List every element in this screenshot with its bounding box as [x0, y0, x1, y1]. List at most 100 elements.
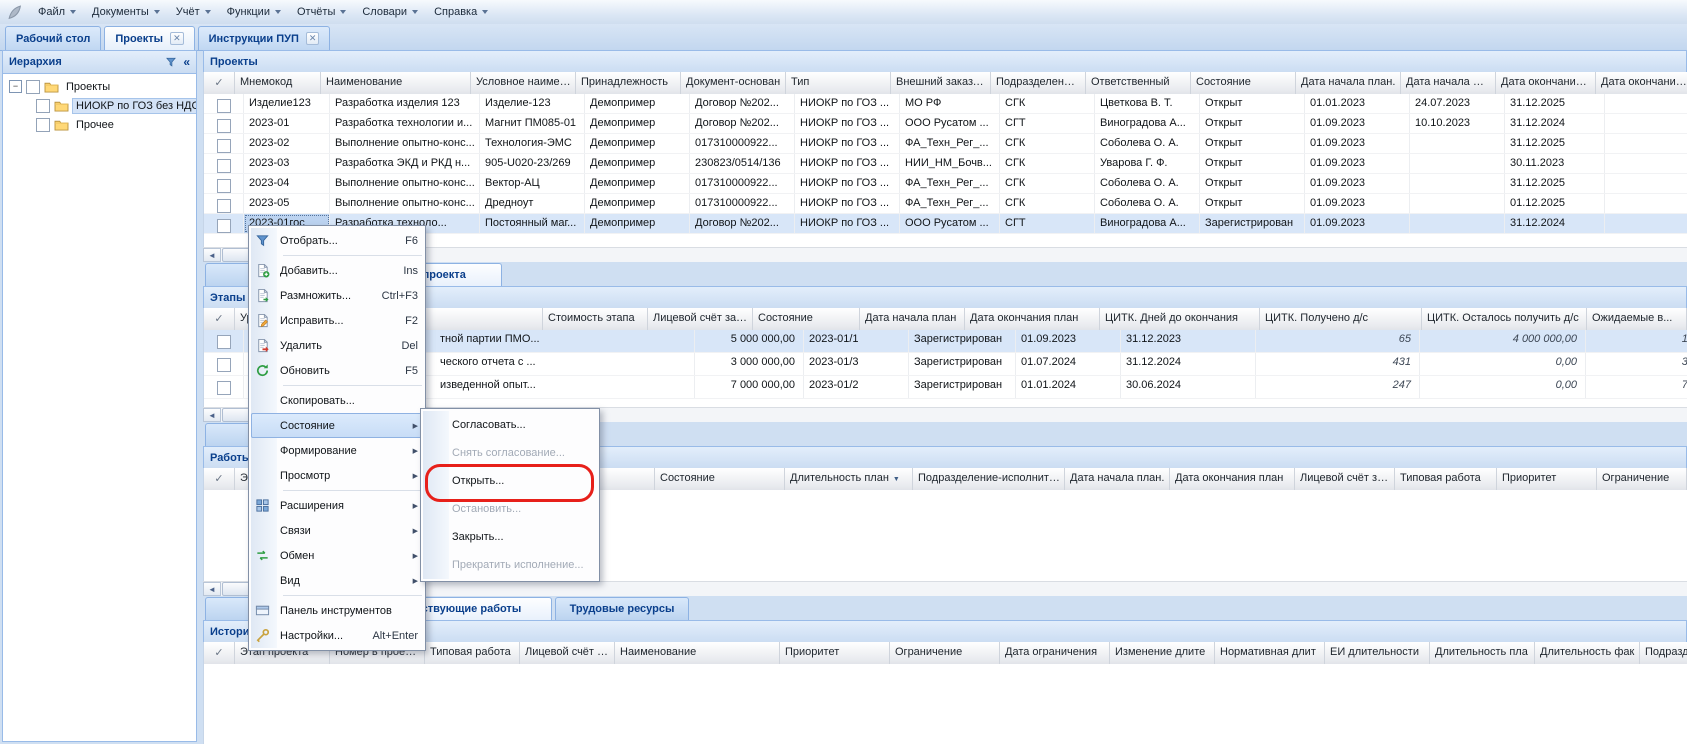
context-menu-item-0[interactable]: Отобрать...F6 [251, 228, 423, 253]
context-menu-item-9[interactable]: Состояние▶ [251, 413, 423, 438]
projects-row-3[interactable]: 2023-03Разработка ЭКД и РКД н...905-U020… [204, 154, 1687, 174]
context-menu-item-11[interactable]: Просмотр▶ [251, 463, 423, 488]
projects-row-0[interactable]: Изделие123Разработка изделия 123Изделие-… [204, 94, 1687, 114]
stages-column-5[interactable]: Состояние [753, 308, 860, 330]
projects-row-1[interactable]: 2023-01Разработка технологии и...Магнит … [204, 114, 1687, 134]
linked-works-column-8[interactable]: Дата ограничения [1000, 642, 1110, 664]
tree-checkbox[interactable] [36, 118, 50, 132]
row-checkbox[interactable] [217, 179, 231, 193]
works-column-7[interactable]: Дата окончания план [1170, 468, 1295, 490]
row-checkbox[interactable] [217, 199, 231, 213]
linked-works-column-9[interactable]: Изменение длите [1110, 642, 1215, 664]
tree-node-0[interactable]: −Проекты [5, 77, 194, 96]
projects-row-6[interactable]: 2023-01госРазработка техноло...Постоянны… [204, 214, 1687, 234]
context-menu-item-2[interactable]: Добавить...Ins [251, 258, 423, 283]
window-tab-0[interactable]: Рабочий стол [5, 26, 101, 50]
stages-row-0[interactable]: 1тной партии ПМО...5 000 000,002023-01/1… [204, 330, 1687, 353]
linked-works-column-7[interactable]: Ограничение [890, 642, 1000, 664]
context-menu-item-19[interactable]: Настройки...Alt+Enter [251, 623, 423, 648]
projects-column-6[interactable]: Тип [786, 72, 891, 94]
state-submenu-item-2[interactable]: Открыть... [423, 467, 597, 495]
projects-column-9[interactable]: Ответственный [1086, 72, 1191, 94]
context-menu-item-13[interactable]: Расширения▶ [251, 493, 423, 518]
projects-column-11[interactable]: Дата начала план. [1296, 72, 1401, 94]
menubar-item-2[interactable]: Учёт [168, 2, 219, 22]
projects-column-7[interactable]: Внешний заказчик [891, 72, 991, 94]
linked-works-column-3[interactable]: Типовая работа [425, 642, 520, 664]
context-menu-item-10[interactable]: Формирование▶ [251, 438, 423, 463]
tree-node-2[interactable]: Прочее [5, 115, 194, 134]
stages-row-1[interactable]: 1ческого отчета с ...3 000 000,002023-01… [204, 353, 1687, 376]
tree-expand-toggle-icon[interactable]: − [9, 80, 22, 93]
menubar-item-0[interactable]: Файл [30, 2, 84, 22]
works-column-0[interactable]: ✓ [204, 468, 235, 490]
state-submenu-item-4[interactable]: Закрыть... [423, 523, 597, 551]
linked-works-column-0[interactable]: ✓ [204, 642, 235, 664]
tab-close-icon[interactable]: ✕ [306, 32, 320, 45]
stages-column-4[interactable]: Лицевой счёт затрат [648, 308, 753, 330]
state-submenu-item-0[interactable]: Согласовать... [423, 411, 597, 439]
works-column-4[interactable]: Длительность план▼ [785, 468, 913, 490]
stages-column-9[interactable]: ЦИТК. Получено д/с [1260, 308, 1422, 330]
linked-works-column-14[interactable]: Подразделение-ис [1640, 642, 1687, 664]
row-checkbox[interactable] [217, 139, 231, 153]
tree-checkbox[interactable] [36, 99, 50, 113]
context-menu-item-4[interactable]: Исправить...F2 [251, 308, 423, 333]
works-column-8[interactable]: Лицевой счёт затр [1295, 468, 1395, 490]
state-submenu-item-1[interactable]: Снять согласование... [423, 439, 597, 467]
scroll-left-icon[interactable]: ◄ [203, 408, 221, 422]
linked-works-column-5[interactable]: Наименование [615, 642, 780, 664]
projects-row-5[interactable]: 2023-05Выполнение опытно-конс...Дредноут… [204, 194, 1687, 214]
row-checkbox[interactable] [217, 335, 231, 349]
stages-column-3[interactable]: Стоимость этапа [543, 308, 648, 330]
projects-column-12[interactable]: Дата начала факт [1401, 72, 1496, 94]
projects-column-0[interactable]: ✓ [204, 72, 235, 94]
filter-icon[interactable] [165, 56, 177, 68]
projects-row-2[interactable]: 2023-02Выполнение опытно-конс...Технолог… [204, 134, 1687, 154]
projects-column-14[interactable]: Дата окончания ф [1596, 72, 1687, 94]
projects-column-3[interactable]: Условное наименова [471, 72, 576, 94]
stages-column-0[interactable]: ✓ [204, 308, 235, 330]
linked-works-column-6[interactable]: Приоритет [780, 642, 890, 664]
linked-works-column-11[interactable]: ЕИ длительности [1325, 642, 1430, 664]
stages-column-8[interactable]: ЦИТК. Дней до окончания [1100, 308, 1260, 330]
projects-row-4[interactable]: 2023-04Выполнение опытно-конс...Вектор-А… [204, 174, 1687, 194]
projects-column-4[interactable]: Принадлежность [576, 72, 681, 94]
menubar-item-1[interactable]: Документы [84, 2, 168, 22]
context-menu-item-14[interactable]: Связи▶ [251, 518, 423, 543]
projects-column-10[interactable]: Состояние [1191, 72, 1296, 94]
context-menu-item-5[interactable]: УдалитьDel [251, 333, 423, 358]
collapse-panel-icon[interactable]: « [183, 55, 190, 69]
stages-row-2[interactable]: 1изведенной опыт...7 000 000,002023-01/2… [204, 376, 1687, 399]
state-submenu-item-5[interactable]: Прекратить исполнение... [423, 551, 597, 579]
context-menu-item-8[interactable]: Скопировать... [251, 388, 423, 413]
scroll-left-icon[interactable]: ◄ [203, 248, 221, 262]
context-menu-item-3[interactable]: Размножить...Ctrl+F3 [251, 283, 423, 308]
row-checkbox[interactable] [217, 99, 231, 113]
linked-works-column-13[interactable]: Длительность фак [1535, 642, 1640, 664]
works-column-11[interactable]: Ограничение [1597, 468, 1687, 490]
context-menu-item-16[interactable]: Вид▶ [251, 568, 423, 593]
state-submenu-item-3[interactable]: Остановить... [423, 495, 597, 523]
works-column-6[interactable]: Дата начала план. [1065, 468, 1170, 490]
linked-works-column-12[interactable]: Длительность пла [1430, 642, 1535, 664]
projects-column-1[interactable]: Мнемокод [235, 72, 321, 94]
tab-close-icon[interactable]: ✕ [170, 32, 184, 45]
menubar-item-4[interactable]: Отчёты [289, 2, 354, 22]
menubar-item-3[interactable]: Функции [219, 2, 289, 22]
projects-column-5[interactable]: Документ-основан [681, 72, 786, 94]
tree-node-1[interactable]: НИОКР по ГОЗ без НДС [5, 96, 194, 115]
works-column-10[interactable]: Приоритет [1497, 468, 1597, 490]
works-column-9[interactable]: Типовая работа [1395, 468, 1497, 490]
stages-column-6[interactable]: Дата начала план [860, 308, 965, 330]
stages-column-10[interactable]: ЦИТК. Осталось получить д/с [1422, 308, 1587, 330]
row-checkbox[interactable] [217, 159, 231, 173]
row-checkbox[interactable] [217, 219, 231, 233]
projects-column-8[interactable]: Подразделение-от [991, 72, 1086, 94]
linked-works-tab-2[interactable]: Трудовые ресурсы [555, 597, 689, 620]
menubar-item-5[interactable]: Словари [354, 2, 426, 22]
row-checkbox[interactable] [217, 381, 231, 395]
context-menu-item-15[interactable]: Обмен▶ [251, 543, 423, 568]
stages-column-7[interactable]: Дата окончания план [965, 308, 1100, 330]
projects-column-2[interactable]: Наименование [321, 72, 471, 94]
